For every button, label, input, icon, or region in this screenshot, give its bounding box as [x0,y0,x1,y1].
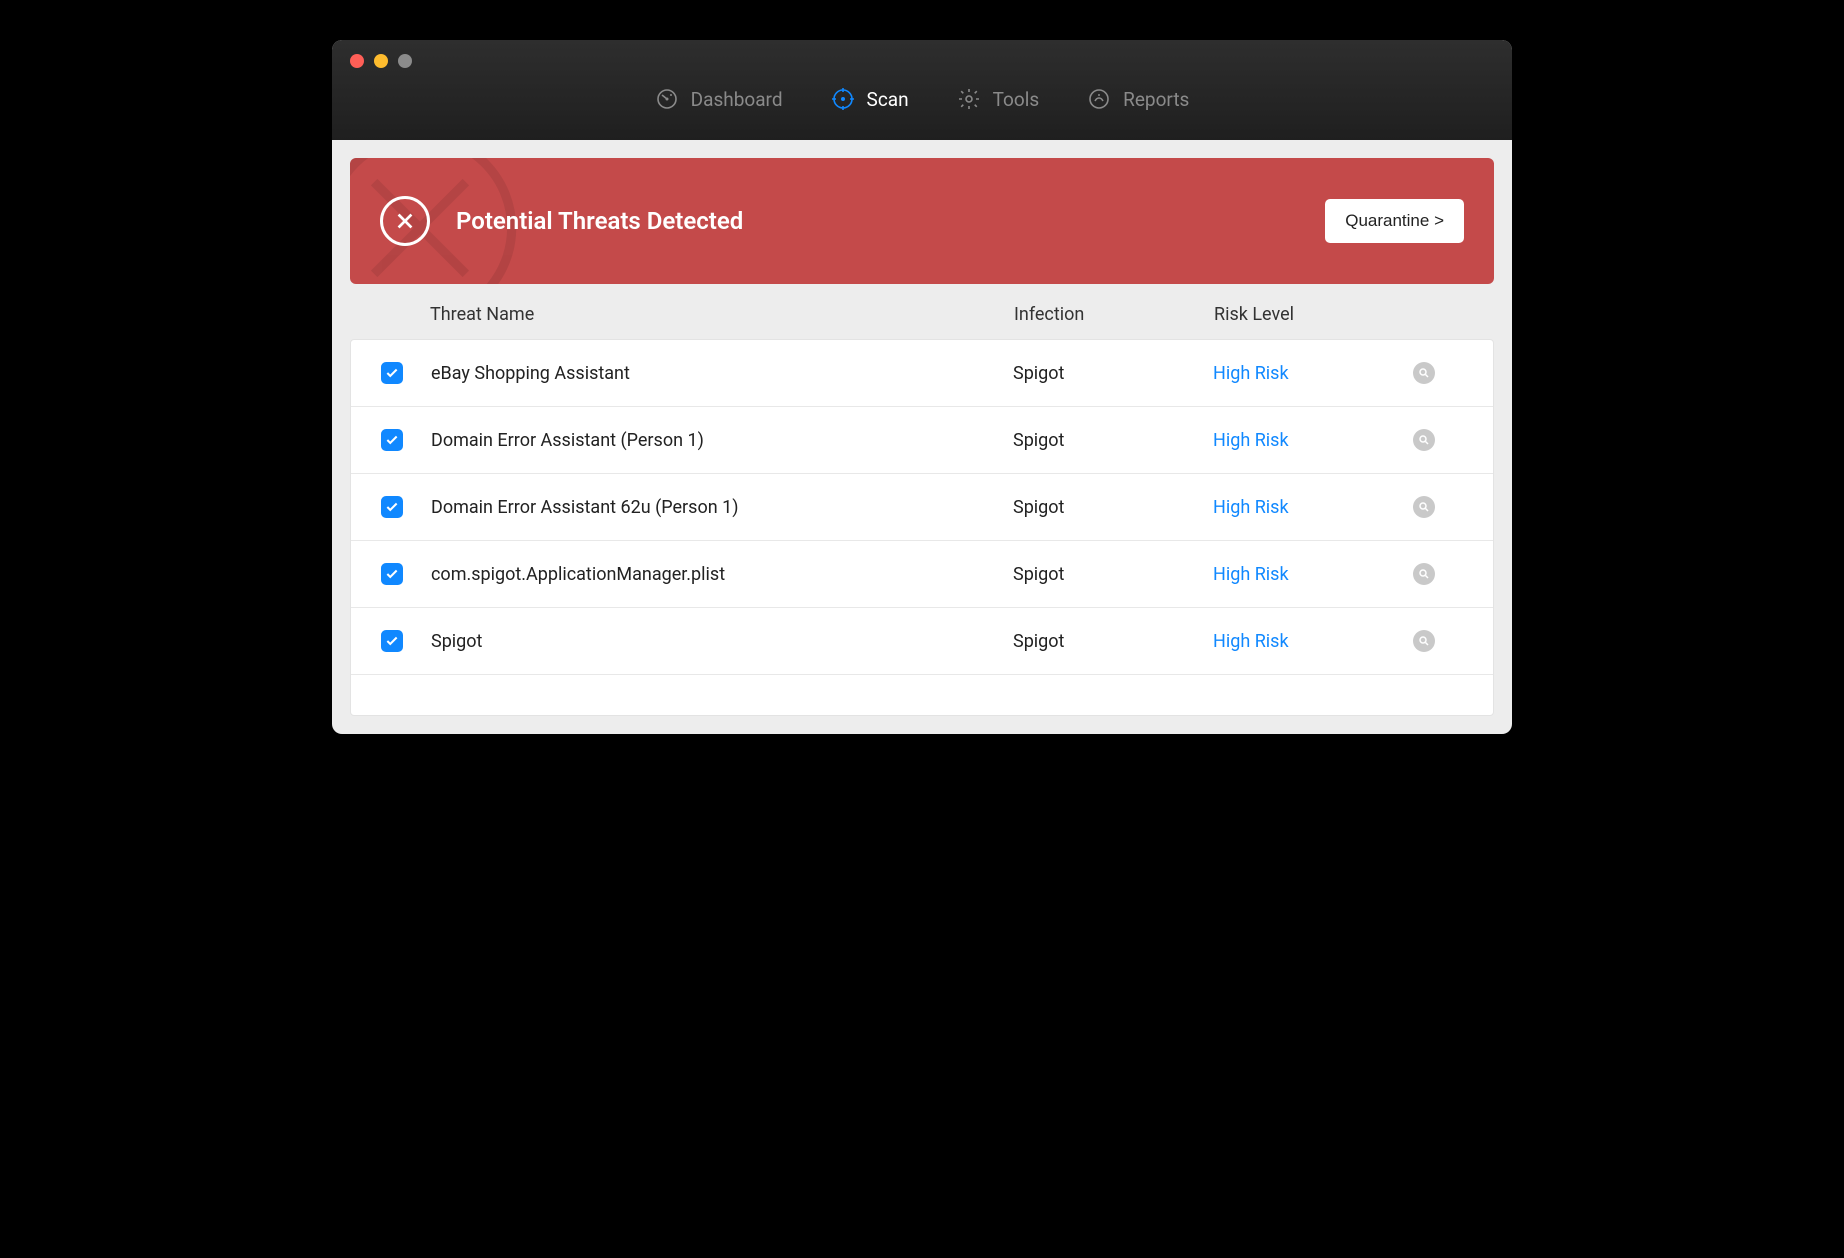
threat-infection: Spigot [1013,497,1213,518]
header-infection: Infection [1014,304,1214,325]
threat-banner: Potential Threats Detected Quarantine > [350,158,1494,284]
gear-icon [957,87,981,111]
app-window: Dashboard Scan Tools Reports [332,40,1512,734]
threat-infection: Spigot [1013,363,1213,384]
threat-infection: Spigot [1013,564,1213,585]
risk-level-link[interactable]: High Risk [1213,631,1289,652]
threat-name: Domain Error Assistant (Person 1) [431,430,1013,451]
banner-left: Potential Threats Detected [380,196,743,246]
gauge-icon [655,87,679,111]
table-row: Domain Error Assistant 62u (Person 1) Sp… [351,474,1493,541]
reports-icon [1087,87,1111,111]
nav-label: Reports [1123,88,1189,111]
row-detail-button[interactable] [1413,563,1435,585]
nav-label: Dashboard [691,88,783,111]
magnifier-icon [1418,367,1430,379]
row-checkbox[interactable] [381,429,403,451]
risk-level-link[interactable]: High Risk [1213,564,1289,585]
threat-name: Spigot [431,631,1013,652]
nav-scan[interactable]: Scan [831,87,909,111]
row-checkbox[interactable] [381,496,403,518]
row-detail-button[interactable] [1413,429,1435,451]
table-row: Spigot Spigot High Risk [351,608,1493,675]
row-detail-button[interactable] [1413,630,1435,652]
risk-level-link[interactable]: High Risk [1213,430,1289,451]
main-nav: Dashboard Scan Tools Reports [332,58,1512,140]
row-detail-button[interactable] [1413,362,1435,384]
table-footer [351,675,1493,715]
table-row: com.spigot.ApplicationManager.plist Spig… [351,541,1493,608]
threat-name: eBay Shopping Assistant [431,363,1013,384]
threat-infection: Spigot [1013,631,1213,652]
nav-dashboard[interactable]: Dashboard [655,87,783,111]
magnifier-icon [1418,568,1430,580]
header-risk: Risk Level [1214,304,1414,325]
table-header: Threat Name Infection Risk Level [350,284,1494,339]
row-checkbox[interactable] [381,563,403,585]
nav-tools[interactable]: Tools [957,87,1040,111]
nav-label: Tools [993,88,1040,111]
threat-name: Domain Error Assistant 62u (Person 1) [431,497,1013,518]
titlebar: Dashboard Scan Tools Reports [332,40,1512,140]
quarantine-button[interactable]: Quarantine > [1325,199,1464,243]
risk-level-link[interactable]: High Risk [1213,497,1289,518]
banner-title: Potential Threats Detected [456,207,743,235]
table-row: Domain Error Assistant (Person 1) Spigot… [351,407,1493,474]
threat-infection: Spigot [1013,430,1213,451]
row-checkbox[interactable] [381,630,403,652]
row-checkbox[interactable] [381,362,403,384]
magnifier-icon [1418,434,1430,446]
header-threat-name: Threat Name [430,304,1014,325]
table-row: eBay Shopping Assistant Spigot High Risk [351,340,1493,407]
content-area: Potential Threats Detected Quarantine > … [332,140,1512,734]
threat-name: com.spigot.ApplicationManager.plist [431,564,1013,585]
magnifier-icon [1418,501,1430,513]
nav-label: Scan [867,88,909,111]
threats-table: eBay Shopping Assistant Spigot High Risk… [350,339,1494,716]
risk-level-link[interactable]: High Risk [1213,363,1289,384]
magnifier-icon [1418,635,1430,647]
crosshair-icon [831,87,855,111]
nav-reports[interactable]: Reports [1087,87,1189,111]
alert-x-icon [380,196,430,246]
row-detail-button[interactable] [1413,496,1435,518]
